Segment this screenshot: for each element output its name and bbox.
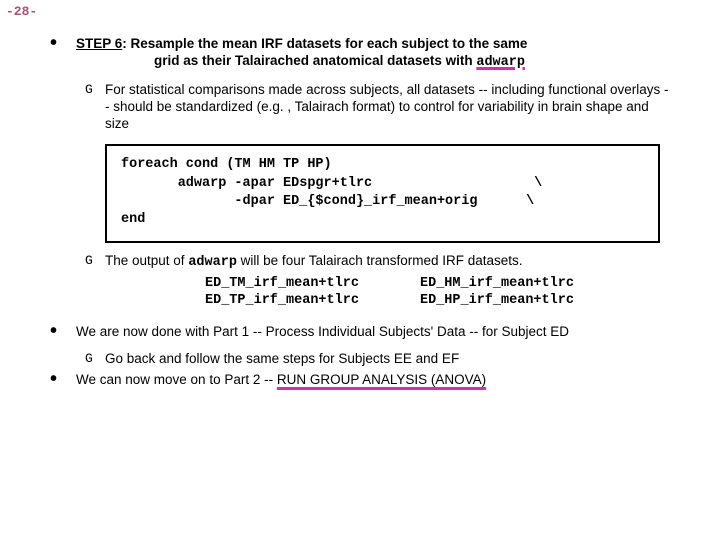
step6-line1: : Resample the mean IRF datasets for eac… xyxy=(122,36,527,51)
sub2-text: The output of adwarp will be four Talair… xyxy=(105,253,670,310)
out-tm: ED_TM_irf_mean+tlrc xyxy=(205,276,420,293)
code-block: foreach cond (TM HM TP HP) adwarp -apar … xyxy=(105,144,660,243)
out-hm: ED_HM_irf_mean+tlrc xyxy=(420,276,635,293)
out-tp: ED_TP_irf_mean+tlrc xyxy=(205,293,420,310)
adwarp-cmd: adwarp xyxy=(476,55,525,70)
bullet-dot: • xyxy=(50,36,76,72)
bullet-step6: • STEP 6: Resample the mean IRF datasets… xyxy=(50,36,670,72)
part2b: RUN GROUP ANALYSIS (ANOVA) xyxy=(277,372,486,387)
step6-text: STEP 6: Resample the mean IRF datasets f… xyxy=(76,36,670,72)
part2-text: We can now move on to Part 2 -- RUN GROU… xyxy=(76,372,670,389)
bullet-part2: • We can now move on to Part 2 -- RUN GR… xyxy=(50,372,670,389)
sub2-cmd: adwarp xyxy=(188,255,237,270)
out-hp: ED_HP_irf_mean+tlrc xyxy=(420,293,635,310)
sub-bullet-1: G For statistical comparisons made acros… xyxy=(85,82,670,133)
sub-bullet-2: G The output of adwarp will be four Tala… xyxy=(85,253,670,310)
step6-line2: grid as their Talairached anatomical dat… xyxy=(154,53,476,68)
bullet-dot: • xyxy=(50,324,76,341)
sub-mark-icon: G xyxy=(85,253,105,310)
sub-mark-icon: G xyxy=(85,351,105,368)
sub-bullet-goback: G Go back and follow the same steps for … xyxy=(85,351,670,368)
sub-mark-icon: G xyxy=(85,82,105,133)
step6-line2-wrap: grid as their Talairached anatomical dat… xyxy=(154,53,670,72)
bullet-done: • We are now done with Part 1 -- Process… xyxy=(50,324,670,341)
sub2b: will be four Talairach transformed IRF d… xyxy=(237,253,523,268)
bullet-dot: • xyxy=(50,372,76,389)
step6-label: STEP 6 xyxy=(76,36,122,51)
slide-content: • STEP 6: Resample the mean IRF datasets… xyxy=(0,0,720,389)
sub2a: The output of xyxy=(105,253,188,268)
goback-text: Go back and follow the same steps for Su… xyxy=(105,351,670,368)
sub1-text: For statistical comparisons made across … xyxy=(105,82,670,133)
output-files: ED_TM_irf_mean+tlrc ED_HM_irf_mean+tlrc … xyxy=(205,276,670,310)
part2a: We can now move on to Part 2 -- xyxy=(76,372,277,387)
page-number: -28- xyxy=(6,4,37,20)
done-text: We are now done with Part 1 -- Process I… xyxy=(76,324,670,341)
